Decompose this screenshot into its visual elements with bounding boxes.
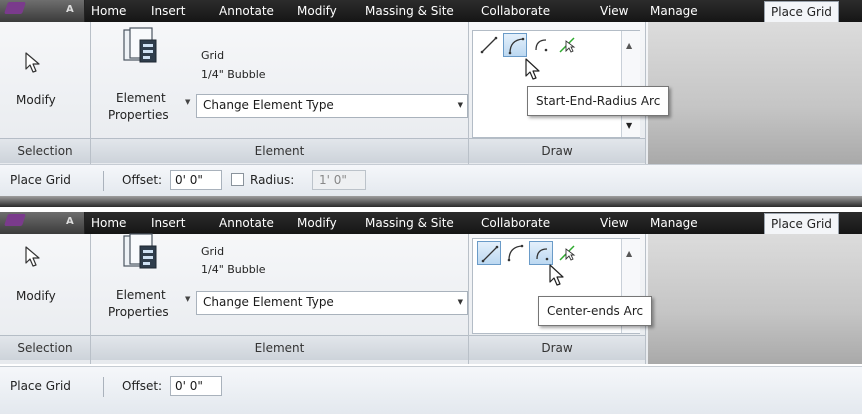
- options-bar: Place Grid Offset: 0' 0" Radius: 1' 0": [0, 164, 862, 197]
- tooltip: Center-ends Arc: [538, 296, 653, 326]
- radius-input[interactable]: 1' 0": [312, 170, 366, 190]
- tab-collaborate[interactable]: Collaborate: [481, 0, 550, 22]
- pick-lines-button[interactable]: [555, 241, 579, 265]
- type-name: Grid: [201, 245, 225, 258]
- mouse-pointer-icon: [549, 264, 564, 286]
- options-bar-title: Place Grid: [10, 379, 71, 393]
- ribbon-tab-bar: A Home Insert Annotate Modify Massing & …: [0, 0, 862, 23]
- type-name: Grid: [201, 49, 225, 62]
- divider-band: [0, 196, 862, 207]
- element-properties-label-1[interactable]: Element: [116, 288, 166, 302]
- tab-place-grid[interactable]: Place Grid: [764, 1, 839, 23]
- center-ends-arc-button[interactable]: [529, 241, 553, 265]
- ribbon: Modify Selection Element Properties ▼ Gr…: [0, 233, 862, 364]
- draw-tools-gallery: ▲ ▼: [472, 30, 640, 138]
- mouse-pointer-icon: [525, 58, 540, 80]
- tab-home[interactable]: Home: [91, 212, 126, 234]
- pick-lines-icon: [559, 37, 576, 53]
- dropdown-value: Change Element Type: [203, 98, 334, 112]
- type-size: 1/4" Bubble: [201, 68, 266, 81]
- tab-modify[interactable]: Modify: [297, 0, 337, 22]
- chevron-down-icon[interactable]: ▼: [185, 98, 190, 106]
- start-end-radius-arc-icon: [508, 37, 525, 55]
- line-tool-button[interactable]: [477, 33, 501, 57]
- chevron-down-icon[interactable]: ▼: [185, 295, 190, 303]
- start-end-radius-arc-icon: [507, 244, 524, 262]
- tab-annotate[interactable]: Annotate: [219, 0, 274, 22]
- screenshot-center-ends-arc: A Home Insert Annotate Modify Massing & …: [0, 207, 862, 414]
- tab-manage[interactable]: Manage: [650, 212, 698, 234]
- tab-collaborate[interactable]: Collaborate: [481, 212, 550, 234]
- modify-button[interactable]: Modify: [16, 289, 56, 303]
- radius-label: Radius:: [250, 173, 295, 187]
- tooltip: Start-End-Radius Arc: [527, 86, 670, 116]
- modify-cursor-icon: [25, 246, 40, 267]
- screenshot-start-end-radius-arc: A Home Insert Annotate Modify Massing & …: [0, 0, 862, 207]
- offset-input[interactable]: 0' 0": [170, 170, 222, 190]
- ribbon-empty-area: [648, 234, 862, 364]
- tab-place-grid[interactable]: Place Grid: [764, 213, 839, 235]
- draw-panel-title: Draw: [469, 138, 645, 163]
- tab-annotate[interactable]: Annotate: [219, 212, 274, 234]
- ribbon: Modify Selection Element Properties ▼ Gr…: [0, 22, 862, 164]
- scroll-down-icon[interactable]: ▼: [626, 121, 632, 130]
- chevron-down-icon: ▼: [457, 101, 463, 109]
- app-button-letter: A: [66, 4, 74, 15]
- ribbon-tab-bar: A Home Insert Annotate Modify Massing & …: [0, 212, 862, 235]
- tab-view[interactable]: View: [600, 212, 628, 234]
- ribbon-empty-area: [648, 22, 862, 164]
- start-end-radius-arc-button[interactable]: [503, 33, 527, 57]
- tab-insert[interactable]: Insert: [151, 212, 185, 234]
- center-ends-arc-icon: [535, 39, 548, 52]
- draw-panel-title: Draw: [469, 335, 645, 360]
- application-button[interactable]: A: [0, 212, 85, 234]
- tab-massing-site[interactable]: Massing & Site: [365, 0, 454, 22]
- tab-view[interactable]: View: [600, 0, 628, 22]
- element-panel-title: Element: [91, 138, 468, 163]
- element-properties-label-2[interactable]: Properties: [108, 305, 169, 319]
- gallery-scrollbar[interactable]: ▲ ▼: [621, 31, 640, 137]
- options-bar-title: Place Grid: [10, 173, 71, 187]
- options-separator: [103, 377, 104, 397]
- line-tool-button[interactable]: [477, 241, 501, 265]
- revit-logo-icon: [4, 214, 26, 226]
- revit-logo-icon: [4, 2, 26, 14]
- element-properties-label-1[interactable]: Element: [116, 91, 166, 105]
- application-button[interactable]: A: [0, 0, 85, 22]
- offset-input[interactable]: 0' 0": [170, 376, 222, 396]
- radius-checkbox[interactable]: [231, 173, 244, 186]
- element-panel-title: Element: [91, 335, 468, 360]
- center-ends-arc-icon: [536, 248, 549, 261]
- chevron-down-icon: ▼: [457, 298, 463, 306]
- tab-modify[interactable]: Modify: [297, 212, 337, 234]
- tab-manage[interactable]: Manage: [650, 0, 698, 22]
- pick-lines-icon: [559, 245, 576, 261]
- change-element-type-dropdown[interactable]: Change Element Type ▼: [196, 94, 468, 118]
- offset-label: Offset:: [122, 379, 163, 393]
- dropdown-value: Change Element Type: [203, 295, 334, 309]
- change-element-type-dropdown[interactable]: Change Element Type ▼: [196, 291, 468, 315]
- element-properties-icon: [123, 27, 157, 63]
- scroll-up-icon[interactable]: ▲: [626, 249, 632, 258]
- type-size: 1/4" Bubble: [201, 263, 266, 276]
- app-button-letter: A: [66, 216, 74, 227]
- selection-panel-title: Selection: [0, 138, 90, 163]
- tab-home[interactable]: Home: [91, 0, 126, 22]
- offset-label: Offset:: [122, 173, 163, 187]
- modify-button[interactable]: Modify: [16, 93, 56, 107]
- options-separator: [103, 171, 104, 191]
- tab-massing-site[interactable]: Massing & Site: [365, 212, 454, 234]
- element-properties-icon: [123, 233, 157, 269]
- line-icon: [480, 36, 498, 54]
- tab-insert[interactable]: Insert: [151, 0, 185, 22]
- scroll-up-icon[interactable]: ▲: [626, 41, 632, 50]
- options-bar: Place Grid Offset: 0' 0": [0, 366, 862, 414]
- center-ends-arc-button[interactable]: [529, 33, 553, 57]
- element-properties-label-2[interactable]: Properties: [108, 108, 169, 122]
- modify-cursor-icon: [25, 52, 40, 73]
- pick-lines-button[interactable]: [555, 33, 579, 57]
- selection-panel-title: Selection: [0, 335, 90, 360]
- line-icon: [481, 245, 499, 263]
- start-end-radius-arc-button[interactable]: [503, 241, 527, 265]
